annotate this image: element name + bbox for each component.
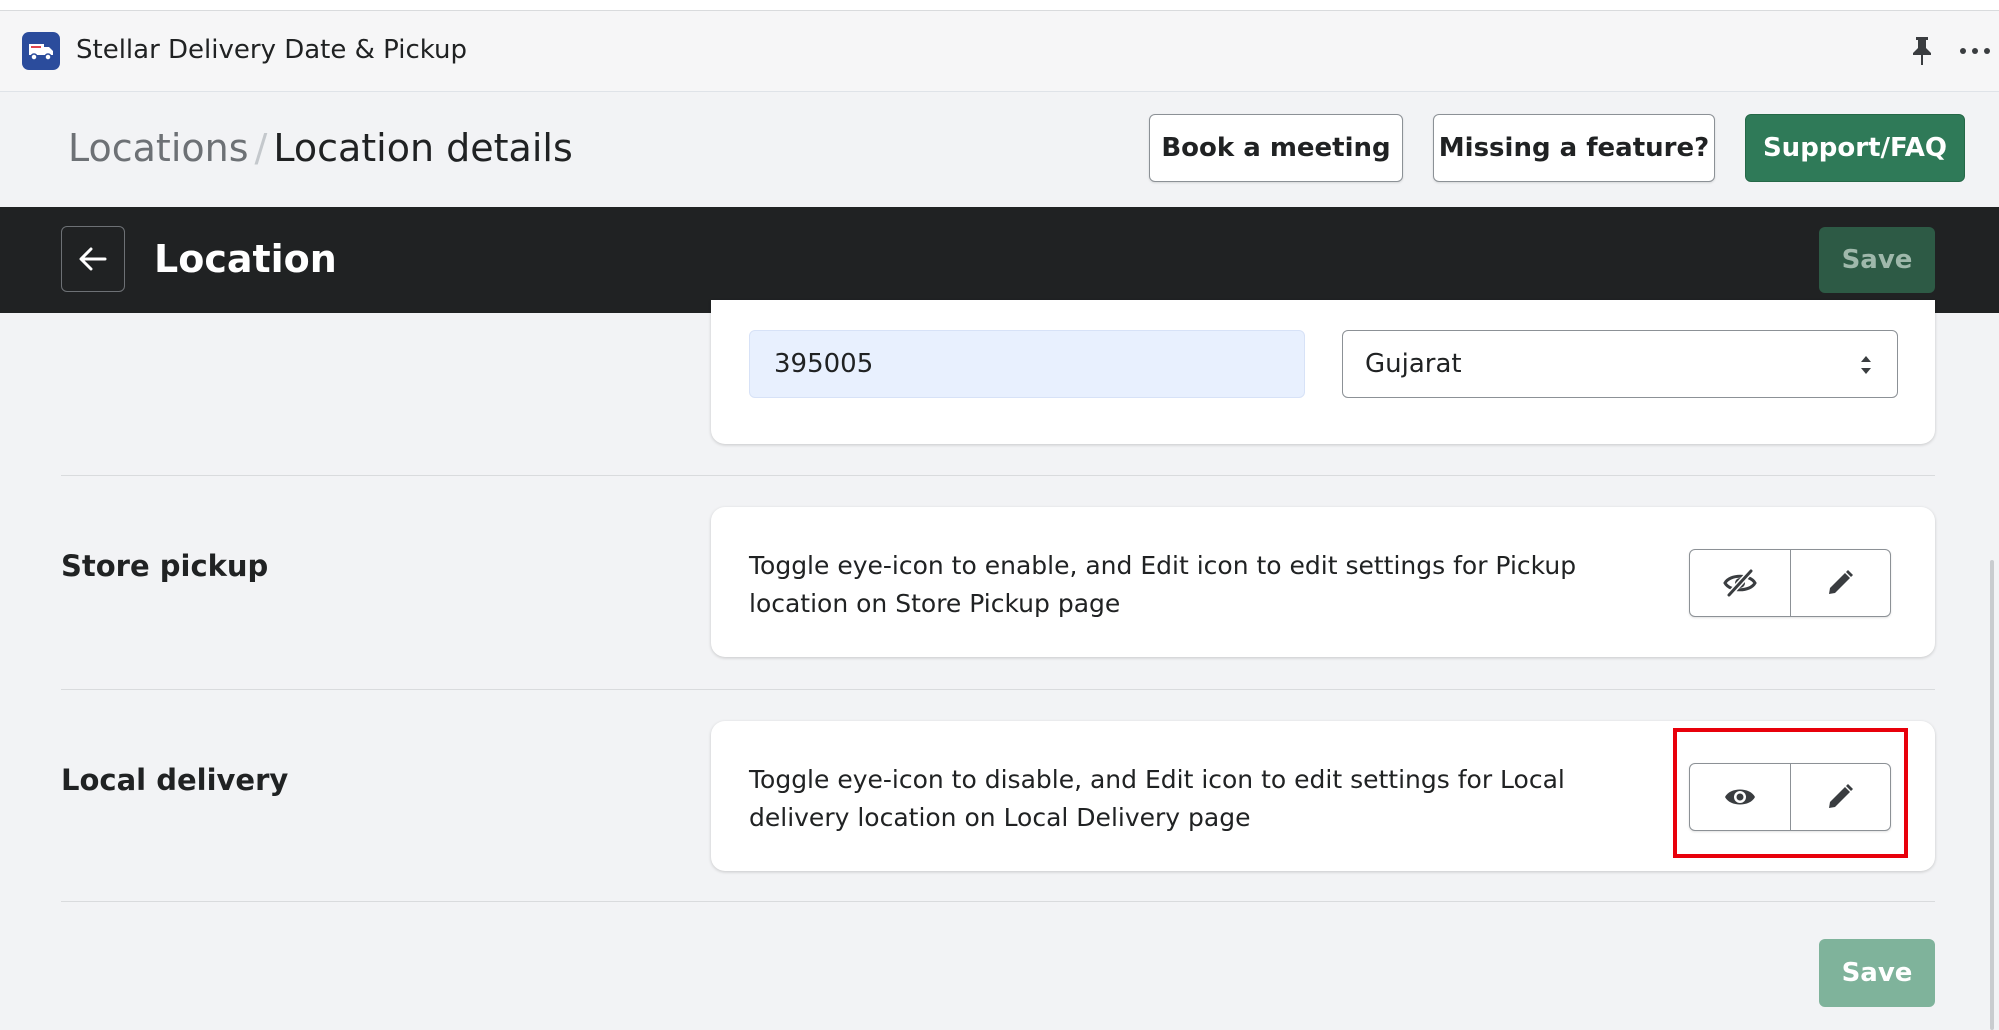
pencil-icon	[1829, 784, 1854, 808]
local-delivery-edit-button[interactable]	[1789, 764, 1891, 830]
store-pickup-visibility-button[interactable]	[1690, 550, 1790, 616]
pin-icon[interactable]	[1908, 35, 1936, 67]
section-divider	[61, 689, 1935, 690]
store-pickup-description: Toggle eye-icon to enable, and Edit icon…	[749, 551, 1577, 618]
app-title: Stellar Delivery Date & Pickup	[76, 35, 468, 65]
scrollbar[interactable]	[1990, 560, 1994, 1030]
zip-code-input[interactable]: 395005	[749, 330, 1305, 398]
arrow-left-icon	[79, 247, 107, 271]
local-delivery-description: Toggle eye-icon to disable, and Edit ico…	[749, 765, 1565, 832]
save-bar-save-button[interactable]: Save	[1819, 227, 1935, 293]
eye-icon	[1724, 789, 1755, 805]
breadcrumb: Locations / Location details	[68, 126, 573, 170]
section-divider	[61, 901, 1935, 902]
footer-save-button[interactable]: Save	[1819, 939, 1935, 1007]
local-delivery-visibility-button[interactable]	[1690, 764, 1790, 830]
page-header: Locations / Location details Book a meetin…	[0, 92, 1999, 206]
address-card: 395005 Gujarat	[711, 300, 1935, 444]
more-horizontal-icon[interactable]	[1958, 37, 1992, 65]
section-divider	[61, 475, 1935, 476]
contextual-save-bar: Location Save	[0, 207, 1999, 313]
state-select[interactable]: Gujarat	[1342, 330, 1898, 398]
store-pickup-card: Toggle eye-icon to enable, and Edit icon…	[711, 507, 1935, 657]
save-bar-title: Location	[154, 237, 337, 281]
eye-off-icon	[1723, 568, 1757, 598]
store-pickup-label: Store pickup	[61, 549, 269, 583]
book-meeting-button[interactable]: Book a meeting	[1149, 114, 1403, 182]
app-bar: Stellar Delivery Date & Pickup	[0, 11, 1999, 92]
local-delivery-button-group	[1689, 763, 1891, 831]
local-delivery-label: Local delivery	[61, 763, 289, 797]
missing-feature-button[interactable]: Missing a feature?	[1433, 114, 1715, 182]
page-title: Location details	[273, 126, 573, 170]
local-delivery-card: Toggle eye-icon to disable, and Edit ico…	[711, 721, 1935, 871]
breadcrumb-locations-link[interactable]: Locations	[68, 126, 249, 170]
state-select-value: Gujarat	[1365, 349, 1462, 379]
pencil-icon	[1829, 570, 1854, 594]
store-pickup-button-group	[1689, 549, 1891, 617]
window-top-strip	[0, 0, 1999, 11]
delivery-truck-icon	[22, 32, 60, 70]
support-faq-button[interactable]: Support/FAQ	[1745, 114, 1965, 182]
store-pickup-edit-button[interactable]	[1789, 550, 1891, 616]
select-arrows-icon	[1861, 356, 1871, 374]
back-button[interactable]	[61, 226, 125, 292]
breadcrumb-separator: /	[254, 126, 268, 170]
